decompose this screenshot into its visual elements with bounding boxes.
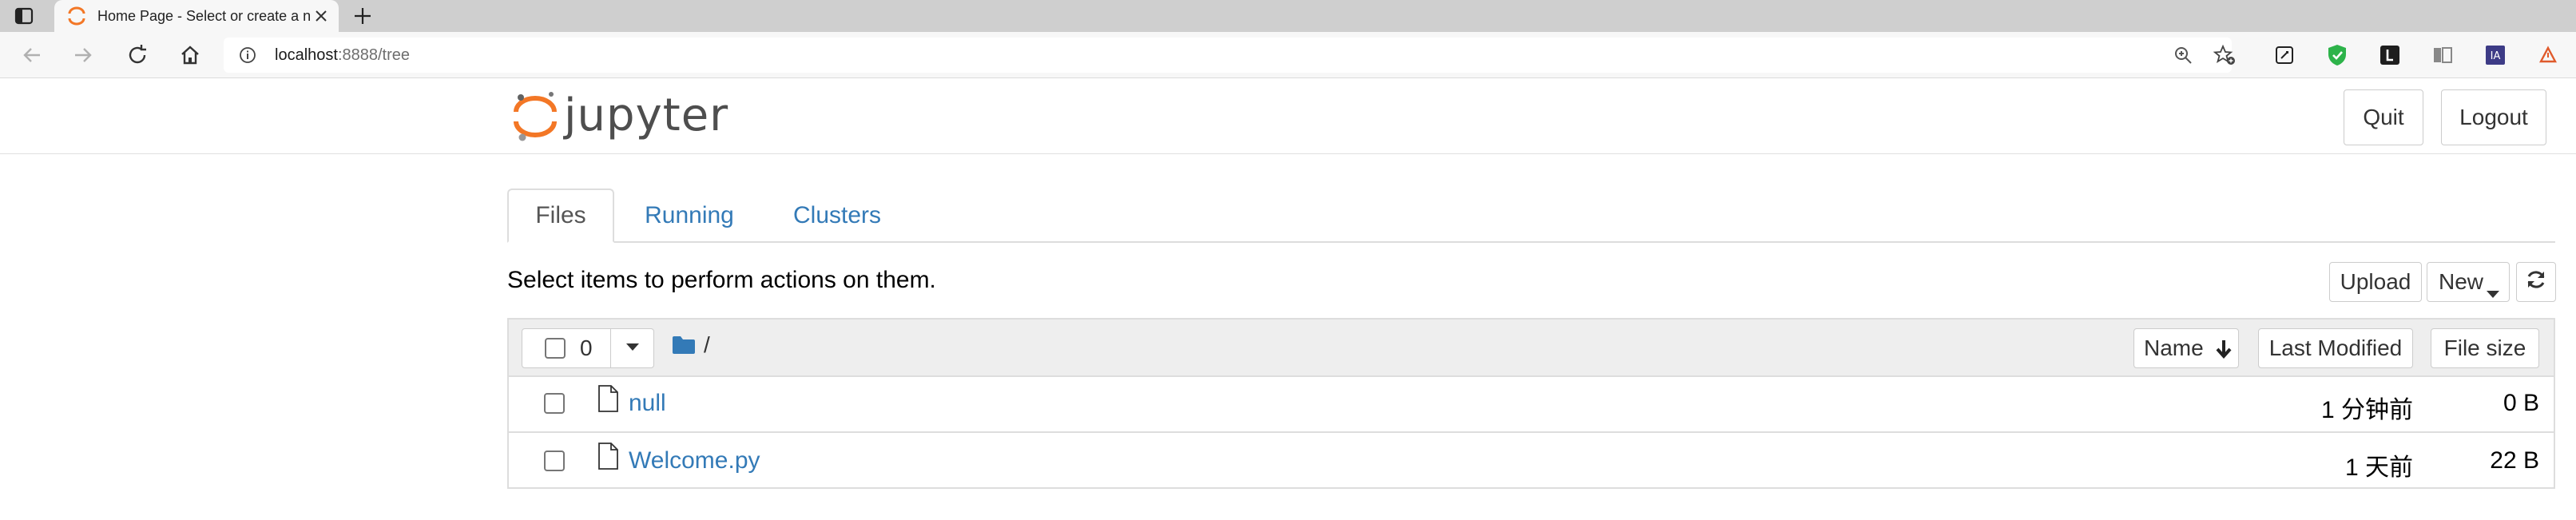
browser-tab-title: Home Page - Select or create a n — [97, 8, 312, 24]
back-arrow-icon[interactable] — [18, 41, 46, 69]
sort-name-button[interactable]: Name — [2133, 328, 2239, 368]
ia-extension-icon[interactable]: IA — [2484, 44, 2507, 70]
home-icon[interactable] — [176, 41, 204, 69]
file-size: 22 B — [2490, 447, 2539, 474]
extension-edit-icon[interactable] — [2273, 44, 2296, 70]
zoom-icon[interactable] — [2173, 45, 2193, 69]
reader-extension-icon[interactable] — [2431, 44, 2454, 70]
select-all-checkbox[interactable] — [545, 338, 566, 359]
site-info-icon[interactable] — [238, 46, 257, 69]
caret-down-icon — [2487, 279, 2499, 304]
svg-text:IA: IA — [2491, 50, 2501, 62]
tab-clusters[interactable]: Clusters — [780, 189, 895, 243]
file-modified: 1 天前 — [2344, 455, 2413, 481]
jupyter-header: jupyter Quit Logout — [0, 78, 2576, 154]
forward-arrow-icon[interactable] — [69, 41, 97, 69]
file-name-link[interactable]: null — [629, 390, 666, 417]
folder-icon[interactable] — [672, 335, 696, 359]
file-size: 0 B — [2503, 390, 2539, 416]
browser-toolbar: localhost:8888/tree IA — [0, 32, 2576, 78]
tab-actions-icon[interactable] — [13, 5, 35, 31]
new-button-label: New — [2439, 269, 2484, 294]
jupyter-favicon-icon — [67, 6, 86, 30]
tab-running[interactable]: Running — [629, 189, 749, 243]
alert-extension-icon[interactable] — [2537, 44, 2559, 70]
select-all-control: 0 — [522, 328, 654, 368]
url-text[interactable]: localhost:8888/tree — [275, 46, 410, 65]
jupyter-logo-text: jupyter — [564, 89, 729, 141]
shield-extension-icon[interactable] — [2326, 43, 2348, 71]
file-modified: 1 分钟前 — [2320, 397, 2413, 423]
url-path: :8888/tree — [337, 46, 411, 64]
tab-files[interactable]: Files — [507, 189, 614, 243]
address-bar[interactable]: localhost:8888/tree — [224, 38, 2235, 73]
file-list-header: 0 / Name Last Modified File size — [509, 320, 2554, 377]
new-dropdown-button[interactable]: New — [2427, 262, 2510, 302]
jupyter-logo-icon[interactable] — [511, 88, 559, 148]
table-row[interactable]: Welcome.py 1 天前 22 B — [509, 435, 2554, 490]
select-hint-text: Select items to perform actions on them. — [507, 267, 936, 293]
sort-file-size-button[interactable]: File size — [2431, 328, 2539, 368]
arrow-down-icon — [2214, 339, 2233, 365]
logout-button[interactable]: Logout — [2441, 89, 2546, 145]
caret-down-icon — [626, 341, 639, 355]
row-checkbox[interactable] — [544, 393, 565, 414]
close-tab-icon[interactable] — [312, 6, 331, 30]
browser-tab-strip: Home Page - Select or create a n — [0, 0, 2576, 32]
selected-count: 0 — [580, 335, 593, 360]
l-extension-icon[interactable] — [2379, 44, 2401, 70]
favorite-star-icon[interactable] — [2213, 44, 2237, 70]
table-row[interactable]: null 1 分钟前 0 B — [509, 377, 2554, 433]
new-tab-icon[interactable] — [351, 5, 374, 31]
quit-button[interactable]: Quit — [2344, 89, 2423, 145]
file-icon — [597, 443, 619, 474]
refresh-list-button[interactable] — [2516, 262, 2556, 302]
sort-name-label: Name — [2144, 335, 2204, 360]
url-host: localhost — [275, 46, 338, 64]
file-icon — [597, 385, 619, 416]
refresh-list-icon — [2525, 268, 2547, 296]
refresh-icon[interactable] — [123, 41, 152, 69]
browser-tab-active[interactable]: Home Page - Select or create a n — [54, 0, 339, 32]
upload-button[interactable]: Upload — [2329, 262, 2422, 302]
file-name-link[interactable]: Welcome.py — [629, 447, 760, 474]
file-list: 0 / Name Last Modified File size null 1 … — [507, 318, 2555, 489]
row-checkbox[interactable] — [544, 451, 565, 471]
select-menu-dropdown[interactable] — [610, 329, 654, 367]
breadcrumb-path[interactable]: / — [704, 332, 710, 358]
sort-last-modified-button[interactable]: Last Modified — [2258, 328, 2413, 368]
